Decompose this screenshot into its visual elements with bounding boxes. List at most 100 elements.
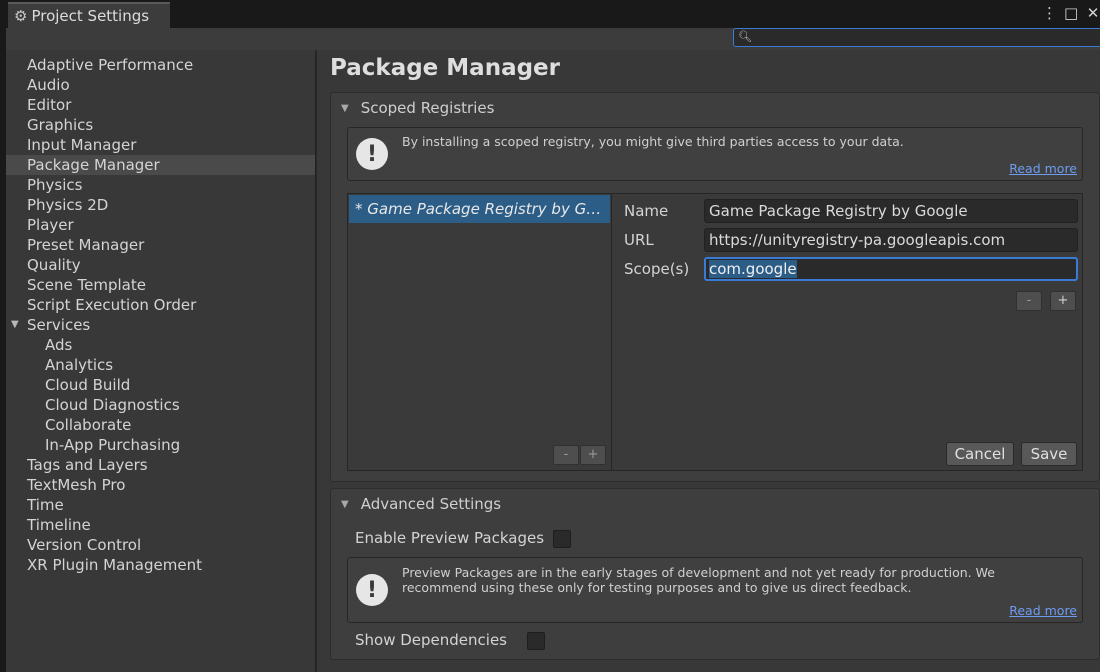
scopes-value: com.google [709, 260, 797, 278]
sidebar-item[interactable]: Cloud Diagnostics [6, 395, 315, 415]
registry-list: * Game Package Registry by Google - + [347, 193, 611, 471]
read-more-link[interactable]: Read more [1009, 603, 1077, 618]
scopes-label: Scope(s) [624, 260, 690, 278]
sidebar-item[interactable]: Version Control [6, 535, 315, 555]
project-settings-tab[interactable]: ⚙ Project Settings [8, 2, 170, 28]
preview-packages-label: Enable Preview Packages [355, 529, 545, 547]
sidebar-item[interactable]: Tags and Layers [6, 455, 315, 475]
sidebar-item[interactable]: Cloud Build [6, 375, 315, 395]
more-menu-icon[interactable]: ⋮ [1042, 4, 1057, 22]
sidebar-item[interactable]: Timeline [6, 515, 315, 535]
save-button[interactable]: Save [1021, 442, 1077, 466]
sidebar-item[interactable]: Adaptive Performance [6, 55, 315, 75]
sidebar-item[interactable]: Input Manager [6, 135, 315, 155]
sidebar-item[interactable]: Package Manager [6, 155, 315, 175]
maximize-icon[interactable]: □ [1064, 4, 1078, 22]
sidebar-item-label: Tags and Layers [27, 456, 148, 474]
close-icon[interactable]: ✕ [1086, 4, 1100, 22]
scopes-field[interactable]: com.google [704, 257, 1078, 281]
name-field[interactable]: Game Package Registry by Google [704, 199, 1078, 223]
sidebar-item-label: Physics [27, 176, 83, 194]
sidebar-item-label: Scene Template [27, 276, 146, 294]
warning-icon: ! [356, 574, 388, 606]
sidebar-item-label: In-App Purchasing [45, 436, 181, 454]
sidebar-item[interactable]: Preset Manager [6, 235, 315, 255]
preview-helpbox: ! Preview Packages are in the early stag… [347, 557, 1083, 623]
sidebar-item[interactable]: Editor [6, 95, 315, 115]
sidebar-item[interactable]: Ads [6, 335, 315, 355]
sidebar-item-label: Cloud Diagnostics [45, 396, 180, 414]
add-scope-button[interactable]: + [1050, 291, 1076, 311]
scoped-registries-foldout[interactable]: ▼ Scoped Registries [341, 99, 494, 117]
sidebar-item-label: TextMesh Pro [27, 476, 126, 494]
advanced-settings-section: ▼ Advanced Settings Enable Preview Packa… [330, 488, 1100, 660]
scoped-registries-section: ▼ Scoped Registries ! By installing a sc… [330, 92, 1100, 482]
sidebar-item-label: XR Plugin Management [27, 556, 202, 574]
cancel-button[interactable]: Cancel [946, 442, 1014, 466]
warning-message: By installing a scoped registry, you mig… [402, 134, 904, 149]
show-dependencies-checkbox[interactable] [527, 632, 545, 650]
sidebar-item-label: Player [27, 216, 74, 234]
sidebar-item-label: Physics 2D [27, 196, 109, 214]
sidebar-item[interactable]: XR Plugin Management [6, 555, 315, 575]
sidebar-item[interactable]: ▼ Services [6, 315, 315, 335]
sidebar-item[interactable]: Player [6, 215, 315, 235]
sidebar-item[interactable]: Script Execution Order [6, 295, 315, 315]
foldout-arrow-icon: ▼ [341, 498, 349, 510]
sidebar-item-label: Quality [27, 256, 81, 274]
sidebar-item-label: Cloud Build [45, 376, 131, 394]
sidebar-item[interactable]: Physics 2D [6, 195, 315, 215]
sidebar-item-label: Package Manager [27, 156, 160, 174]
preview-warning-message: Preview Packages are in the early stages… [402, 565, 995, 595]
preview-packages-checkbox[interactable] [553, 530, 571, 548]
sidebar-item-label: Editor [27, 96, 72, 114]
warning-icon: ! [356, 138, 388, 170]
sidebar-item[interactable]: Physics [6, 175, 315, 195]
sidebar-item-label: Adaptive Performance [27, 56, 194, 74]
sidebar-item[interactable]: Quality [6, 255, 315, 275]
sidebar-item-label: Audio [27, 76, 70, 94]
sidebar-item[interactable]: Analytics [6, 355, 315, 375]
add-registry-button[interactable]: + [580, 445, 606, 465]
sidebar-item[interactable]: Graphics [6, 115, 315, 135]
sidebar-item-label: Input Manager [27, 136, 137, 154]
sidebar-item[interactable]: Collaborate [6, 415, 315, 435]
sidebar-item-label: Version Control [27, 536, 142, 554]
expand-arrow-icon[interactable]: ▼ [11, 315, 19, 335]
registry-details: Name Game Package Registry by Google URL… [611, 193, 1083, 471]
section-title: Advanced Settings [360, 495, 502, 513]
sidebar-item-label: Script Execution Order [27, 296, 197, 314]
sidebar-item[interactable]: In-App Purchasing [6, 435, 315, 455]
search-icon: 🔍︎ [738, 30, 752, 43]
title-bar: ⚙ Project Settings ⋮ □ ✕ [0, 0, 1100, 28]
sidebar-item-label: Collaborate [45, 416, 132, 434]
read-more-link[interactable]: Read more [1009, 161, 1077, 176]
url-field[interactable]: https://unityregistry-pa.googleapis.com [704, 228, 1078, 252]
sidebar-item-label: Analytics [45, 356, 114, 374]
sidebar-item-label: Preset Manager [27, 236, 145, 254]
url-label: URL [624, 231, 654, 249]
name-label: Name [624, 202, 669, 220]
sidebar-item[interactable]: Scene Template [6, 275, 315, 295]
search-input[interactable]: 🔍︎ [733, 28, 1100, 47]
sidebar-item[interactable]: Time [6, 495, 315, 515]
sidebar-item[interactable]: TextMesh Pro [6, 475, 315, 495]
sidebar-item-label: Graphics [27, 116, 94, 134]
sidebar-item-label: Ads [45, 336, 73, 354]
gear-icon: ⚙ [14, 7, 28, 25]
warning-helpbox: ! By installing a scoped registry, you m… [347, 127, 1083, 181]
settings-sidebar: Adaptive Performance Audio Editor Graphics I… [6, 50, 316, 672]
sidebar-item-label: Time [27, 496, 64, 514]
page-title: Package Manager [330, 55, 560, 81]
show-dependencies-label: Show Dependencies [355, 631, 507, 649]
tab-title: Project Settings [31, 7, 150, 25]
remove-registry-button[interactable]: - [553, 445, 579, 465]
sidebar-item[interactable]: Audio [6, 75, 315, 95]
sidebar-item-label: Timeline [27, 516, 91, 534]
main-panel: Package Manager ▼ Scoped Registries ! By… [317, 50, 1100, 672]
registry-list-item[interactable]: * Game Package Registry by Google [349, 195, 610, 223]
foldout-arrow-icon: ▼ [341, 102, 349, 114]
advanced-settings-foldout[interactable]: ▼ Advanced Settings [341, 495, 501, 513]
sidebar-item-label: Services [27, 316, 91, 334]
remove-scope-button[interactable]: - [1016, 291, 1042, 311]
